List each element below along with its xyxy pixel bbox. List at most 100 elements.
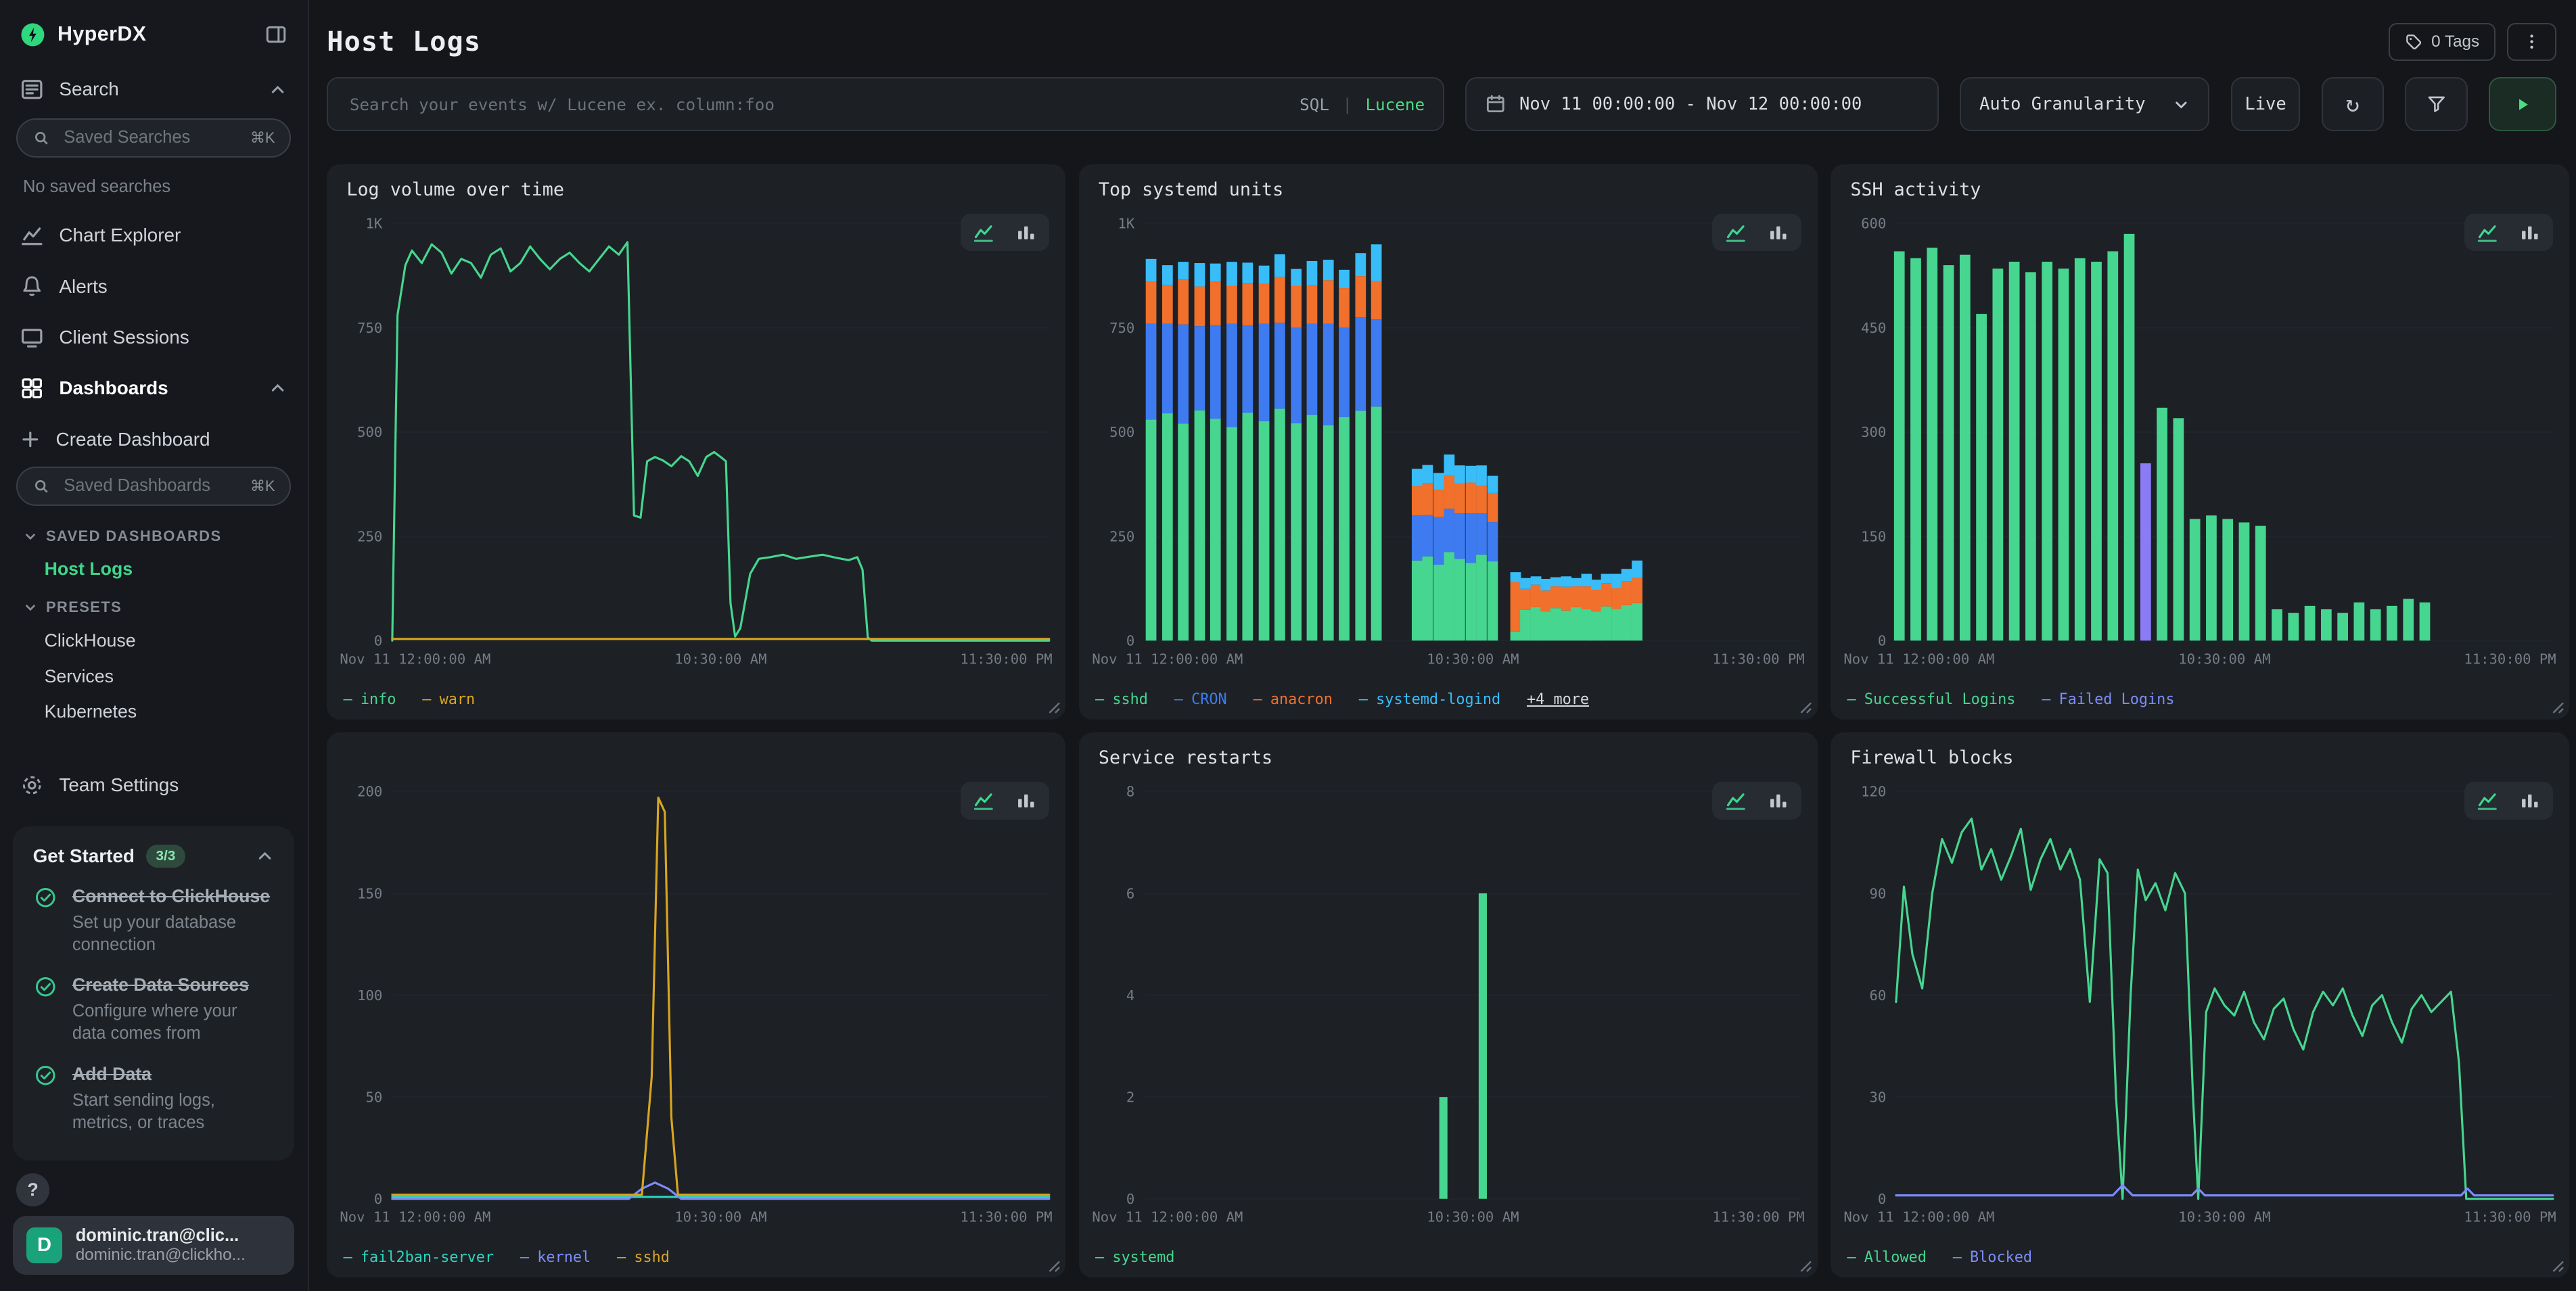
sidebar-item-dashboards[interactable]: Dashboards [0,362,308,413]
svg-text:500: 500 [357,424,382,440]
filter-button[interactable] [2405,77,2467,131]
chart-type-toggle[interactable] [1712,214,1801,252]
chart-type-toggle[interactable] [2464,214,2553,252]
shortcut-hint: ⌘K [250,129,275,147]
chart-plot[interactable]: 02468Nov 11 12:00:00 AM10:30:00 AM11:30:… [1079,732,1818,1277]
lucene-toggle[interactable]: Lucene [1365,95,1425,114]
svg-text:150: 150 [357,885,382,901]
svg-text:500: 500 [1109,424,1134,440]
legend-item: —anacron [1254,691,1333,708]
sidebar-item-client-sessions[interactable]: Client Sessions [0,312,308,362]
svg-text:10:30:00 AM: 10:30:00 AM [2178,651,2270,667]
sidebar-item-clickhouse[interactable]: ClickHouse [0,623,308,659]
resize-handle-icon[interactable] [1048,701,1061,714]
shortcut-hint: ⌘K [250,477,275,495]
main-content: Host Logs 0 Tags SQL | Lucene Nov 11 [310,0,2576,1291]
chevron-up-icon [268,378,288,398]
saved-searches-input[interactable]: ⌘K [16,118,291,158]
saved-searches-field[interactable] [60,126,240,149]
bar-chart-icon[interactable] [1758,217,1797,248]
live-button[interactable]: Live [2231,77,2300,131]
bar-chart-icon[interactable] [1007,785,1046,816]
get-started-item[interactable]: Connect to ClickHouse Set up your databa… [33,884,275,956]
svg-text:200: 200 [357,784,382,800]
chart-type-toggle[interactable] [1712,782,1801,820]
saved-dashboards-input[interactable]: ⌘K [16,467,291,506]
chart-plot[interactable]: 02505007501KNov 11 12:00:00 AM10:30:00 A… [1079,164,1818,720]
svg-text:120: 120 [1861,784,1886,800]
bar-chart-icon[interactable] [2510,217,2550,248]
group-saved-dashboards[interactable]: SAVED DASHBOARDS [0,516,308,552]
bar-chart-icon[interactable] [2510,785,2550,816]
chart-type-toggle[interactable] [2464,782,2553,820]
granularity-select[interactable]: Auto Granularity [1960,77,2209,131]
user-menu[interactable]: D dominic.tran@clic... dominic.tran@clic… [13,1216,294,1274]
sidebar-item-chart-explorer[interactable]: Chart Explorer [0,210,308,261]
toolbar: SQL | Lucene Nov 11 00:00:00 - Nov 12 00… [327,77,2556,131]
svg-text:Nov 11 12:00:00 AM: Nov 11 12:00:00 AM [340,1209,491,1225]
group-presets[interactable]: PRESETS [0,587,308,623]
resize-handle-icon[interactable] [1799,701,1812,714]
chevron-up-icon[interactable] [255,846,275,866]
line-chart-icon[interactable] [964,785,1003,816]
more-options-button[interactable] [2507,23,2556,61]
brand-name: HyperDX [58,23,253,46]
get-started-item[interactable]: Add Data Start sending logs, metrics, or… [33,1062,275,1134]
svg-text:Nov 11 12:00:00 AM: Nov 11 12:00:00 AM [1844,1209,1995,1225]
chart-plot[interactable]: 02505007501KNov 11 12:00:00 AM10:30:00 A… [327,164,1065,720]
bar-chart-icon[interactable] [1758,785,1797,816]
resize-handle-icon[interactable] [1799,1260,1812,1273]
svg-text:11:30:00 PM: 11:30:00 PM [1712,1209,1804,1225]
help-button[interactable]: ? [16,1173,49,1206]
line-chart-icon[interactable] [2468,785,2507,816]
sidebar-item-team-settings[interactable]: Team Settings [0,759,308,810]
resize-handle-icon[interactable] [2552,1260,2564,1273]
saved-dashboards-field[interactable] [60,475,240,498]
svg-text:0: 0 [374,1191,382,1207]
line-chart-icon[interactable] [1716,217,1755,248]
sql-toggle[interactable]: SQL [1300,95,1329,114]
resize-handle-icon[interactable] [2552,701,2564,714]
chart-plot[interactable]: 0150300450600Nov 11 12:00:00 AM10:30:00 … [1831,164,2569,720]
run-query-button[interactable] [2489,77,2556,131]
sidebar-item-kubernetes[interactable]: Kubernetes [0,695,308,730]
date-range-picker[interactable]: Nov 11 00:00:00 - Nov 12 00:00:00 [1465,77,1938,131]
get-started-item[interactable]: Create Data Sources Configure where your… [33,972,275,1045]
tags-button[interactable]: 0 Tags [2389,23,2496,61]
logo-row: HyperDX [0,0,308,64]
resize-handle-icon[interactable] [1048,1260,1061,1273]
avatar: D [26,1227,62,1263]
chart-legend: —info—warn [344,691,476,708]
svg-text:250: 250 [357,528,382,544]
svg-text:11:30:00 PM: 11:30:00 PM [2464,651,2556,667]
event-search-box[interactable]: SQL | Lucene [327,77,1444,131]
svg-text:4: 4 [1126,987,1134,1004]
svg-text:0: 0 [1878,632,1886,649]
chart-plot[interactable]: 0306090120Nov 11 12:00:00 AM10:30:00 AM1… [1831,732,2569,1277]
refresh-button[interactable]: ↻ [2322,77,2384,131]
line-chart-icon[interactable] [1716,785,1755,816]
bar-chart-icon[interactable] [1007,217,1046,248]
gear-icon [20,773,44,797]
legend-item: —fail2ban-server [344,1249,495,1266]
chevron-down-icon [23,600,38,615]
svg-text:0: 0 [1878,1191,1886,1207]
hyperdx-logo-icon [20,22,46,48]
chart-type-toggle[interactable] [961,214,1049,252]
sidebar-item-search[interactable]: Search [0,64,308,115]
create-dashboard-button[interactable]: Create Dashboard [0,414,308,463]
line-chart-icon[interactable] [2468,217,2507,248]
collapse-sidebar-icon[interactable] [264,23,288,46]
svg-text:2: 2 [1126,1089,1134,1105]
chart-legend: —Successful Logins—Failed Logins [1847,691,2175,708]
line-chart-icon[interactable] [964,217,1003,248]
event-search-input[interactable] [346,93,1287,116]
dashboard-grid: Log volume over time 02505007501KNov 11 … [327,164,2569,1278]
sidebar-item-services[interactable]: Services [0,659,308,695]
legend-more-link[interactable]: +4 more [1527,691,1589,708]
chart-type-toggle[interactable] [961,782,1049,820]
chart-plot[interactable]: 050100150200Nov 11 12:00:00 AM10:30:00 A… [327,732,1065,1277]
sidebar-item-host-logs[interactable]: Host Logs [0,551,308,587]
sidebar-item-alerts[interactable]: Alerts [0,261,308,312]
chevron-down-icon [2172,95,2190,114]
